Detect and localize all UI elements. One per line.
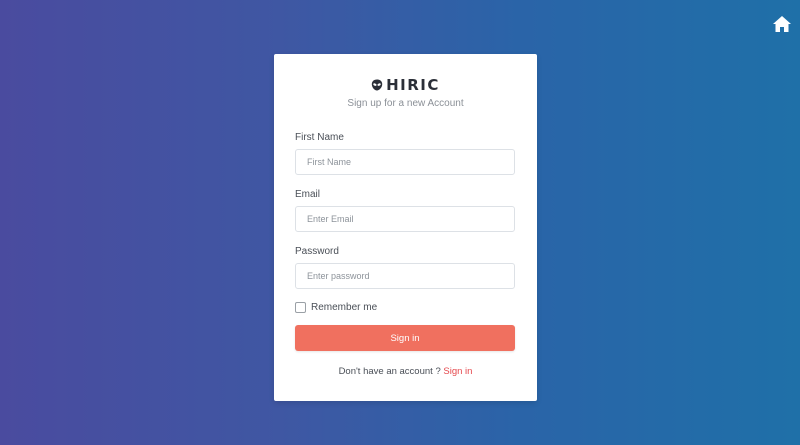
home-button[interactable] (772, 14, 792, 34)
remember-me-label: Remember me (311, 302, 378, 313)
footer-prompt: Don't have an account ? (338, 366, 444, 377)
home-icon (773, 16, 791, 32)
email-input[interactable] (295, 206, 515, 232)
email-label: Email (295, 189, 321, 200)
signup-card: HIRIC Sign up for a new Account First Na… (274, 54, 537, 401)
sign-in-link[interactable]: Sign in (443, 366, 472, 377)
alien-icon (371, 79, 383, 91)
sign-in-button[interactable]: Sign in (295, 325, 515, 351)
footer-text: Don't have an account ? Sign in (274, 366, 537, 377)
checkbox-box[interactable] (295, 302, 306, 313)
password-input[interactable] (295, 263, 515, 289)
first-name-label: First Name (295, 132, 344, 143)
page-subtitle: Sign up for a new Account (347, 98, 464, 109)
brand-name: HIRIC (386, 76, 440, 94)
remember-me-checkbox[interactable]: Remember me (295, 302, 377, 313)
page-background: HIRIC Sign up for a new Account First Na… (0, 0, 800, 445)
password-label: Password (295, 246, 339, 257)
brand: HIRIC (274, 76, 537, 94)
first-name-input[interactable] (295, 149, 515, 175)
